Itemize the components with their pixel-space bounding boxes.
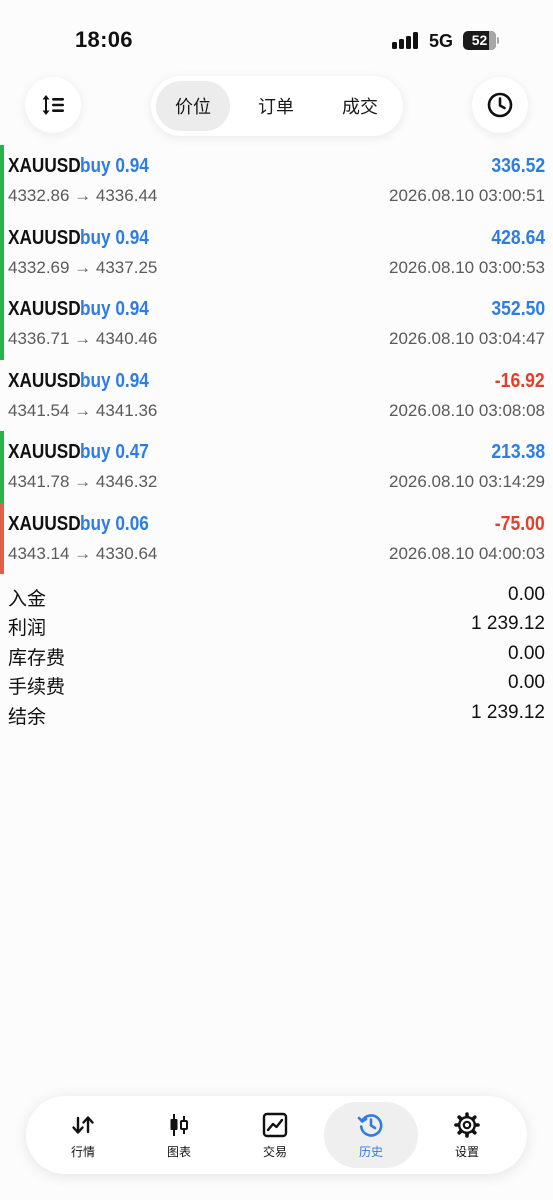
battery-tip xyxy=(497,37,499,44)
battery-icon: 52 xyxy=(463,31,496,50)
tab-label: 图表 xyxy=(166,1144,191,1159)
profit-indicator-bar xyxy=(0,431,4,503)
deal-profit: 352.50 xyxy=(491,298,545,320)
summary-label: 库存费 xyxy=(8,647,66,669)
deal-prices: 4336.71 → 4340.46 xyxy=(8,329,158,348)
deal-time: 2026.08.10 03:04:47 xyxy=(389,329,545,348)
deal-row[interactable]: XAUUSD buy 0.94 -16.92 4341.54 → 4341.36… xyxy=(0,360,553,432)
tab-chart[interactable]: 图表 xyxy=(132,1102,226,1168)
bottom-tab-bar: 行情 图表 交易 历史 设置 xyxy=(26,1096,527,1174)
summary-row-swap: 库存费 0.00 xyxy=(0,640,553,669)
deal-row[interactable]: XAUUSD buy 0.94 428.64 4332.69 → 4337.25… xyxy=(0,216,553,288)
deal-profit: -16.92 xyxy=(495,369,545,392)
deal-symbol: XAUUSD xyxy=(8,441,81,463)
deal-symbol: XAUUSD xyxy=(8,155,81,177)
deal-row[interactable]: XAUUSD buy 0.47 213.38 4341.78 → 4346.32… xyxy=(0,431,553,503)
deal-prices: 4341.54 → 4341.36 xyxy=(8,400,158,420)
signal-icon xyxy=(392,32,422,49)
profit-indicator-bar xyxy=(0,216,4,288)
summary-row-deposit: 入金 0.00 xyxy=(0,581,553,610)
deal-time: 2026.08.10 03:00:51 xyxy=(389,186,545,205)
deal-side-volume: buy 0.47 xyxy=(80,441,149,463)
summary-value: 1 239.12 xyxy=(471,701,545,723)
clock-icon xyxy=(487,92,513,118)
deal-row[interactable]: XAUUSD buy 0.94 352.50 4336.71 → 4340.46… xyxy=(0,288,553,360)
deal-symbol: XAUUSD xyxy=(8,369,81,392)
sort-button[interactable] xyxy=(25,77,81,133)
tab-settings[interactable]: 设置 xyxy=(420,1102,514,1168)
deal-profit: 428.64 xyxy=(491,226,545,249)
quotes-arrows-icon xyxy=(69,1111,97,1139)
trade-chart-icon xyxy=(261,1111,289,1139)
deal-side-volume: buy 0.94 xyxy=(80,298,149,320)
deal-side-volume: buy 0.94 xyxy=(80,369,149,392)
deal-prices: 4332.86 → 4336.44 xyxy=(8,186,158,205)
tab-price[interactable]: 价位 xyxy=(156,81,230,131)
deal-time: 2026.08.10 04:00:03 xyxy=(389,543,545,563)
status-time: 18:06 xyxy=(75,27,133,52)
battery-level: 52 xyxy=(471,32,488,48)
deal-row[interactable]: XAUUSD buy 0.94 336.52 4332.86 → 4336.44… xyxy=(0,145,553,217)
deal-time: 2026.08.10 03:08:08 xyxy=(389,400,545,420)
status-bar: 18:06 5G 52 xyxy=(0,0,553,80)
network-label: 5G xyxy=(429,31,454,51)
tab-label: 历史 xyxy=(358,1144,383,1159)
tab-orders[interactable]: 订单 xyxy=(239,81,313,131)
tab-quotes[interactable]: 行情 xyxy=(36,1102,130,1168)
sort-arrows-icon xyxy=(42,95,64,115)
deal-time: 2026.08.10 03:00:53 xyxy=(389,257,545,277)
summary-section: 入金 0.00 利润 1 239.12 库存费 0.00 手续费 0.00 结余… xyxy=(0,581,553,728)
deal-side-volume: buy 0.94 xyxy=(80,226,149,249)
deal-symbol: XAUUSD xyxy=(8,298,81,320)
tab-label: 行情 xyxy=(70,1144,95,1159)
summary-label: 手续费 xyxy=(8,677,66,699)
summary-row-profit: 利润 1 239.12 xyxy=(0,610,553,639)
candlestick-icon xyxy=(165,1111,193,1139)
profit-indicator-bar xyxy=(0,502,4,574)
deal-prices: 4343.14 → 4330.64 xyxy=(8,543,158,563)
summary-label: 结余 xyxy=(8,706,47,728)
profit-indicator-bar xyxy=(0,145,4,217)
summary-row-balance: 结余 1 239.12 xyxy=(0,699,553,728)
deal-side-volume: buy 0.06 xyxy=(80,512,149,535)
tab-label: 设置 xyxy=(454,1144,479,1159)
deal-prices: 4332.69 → 4337.25 xyxy=(8,257,158,277)
tab-trade[interactable]: 交易 xyxy=(228,1102,322,1168)
deal-side-volume: buy 0.94 xyxy=(80,155,149,177)
summary-label: 利润 xyxy=(8,618,47,640)
tab-history[interactable]: 历史 xyxy=(324,1102,418,1168)
summary-value: 1 239.12 xyxy=(471,613,545,635)
summary-row-commission: 手续费 0.00 xyxy=(0,669,553,698)
tab-deals[interactable]: 成交 xyxy=(323,81,397,131)
summary-label: 入金 xyxy=(8,589,47,610)
deal-symbol: XAUUSD xyxy=(8,512,81,535)
summary-value: 0.00 xyxy=(508,672,545,694)
deal-time: 2026.08.10 03:14:29 xyxy=(389,472,545,491)
deal-profit: 336.52 xyxy=(491,155,545,177)
deal-profit: -75.00 xyxy=(495,512,545,535)
summary-value: 0.00 xyxy=(508,642,545,664)
view-segmented-control: 价位 订单 成交 xyxy=(151,76,403,136)
profit-indicator-bar xyxy=(0,288,4,360)
deal-symbol: XAUUSD xyxy=(8,226,81,249)
deal-row[interactable]: XAUUSD buy 0.06 -75.00 4343.14 → 4330.64… xyxy=(0,502,553,574)
summary-value: 0.00 xyxy=(508,584,545,605)
gear-icon xyxy=(453,1111,481,1139)
deal-list: XAUUSD buy 0.94 336.52 4332.86 → 4336.44… xyxy=(0,145,553,574)
history-period-button[interactable] xyxy=(472,77,528,133)
deal-prices: 4341.78 → 4346.32 xyxy=(8,472,158,491)
tab-label: 交易 xyxy=(262,1144,287,1159)
deal-profit: 213.38 xyxy=(491,441,545,463)
history-clock-icon xyxy=(357,1111,385,1139)
